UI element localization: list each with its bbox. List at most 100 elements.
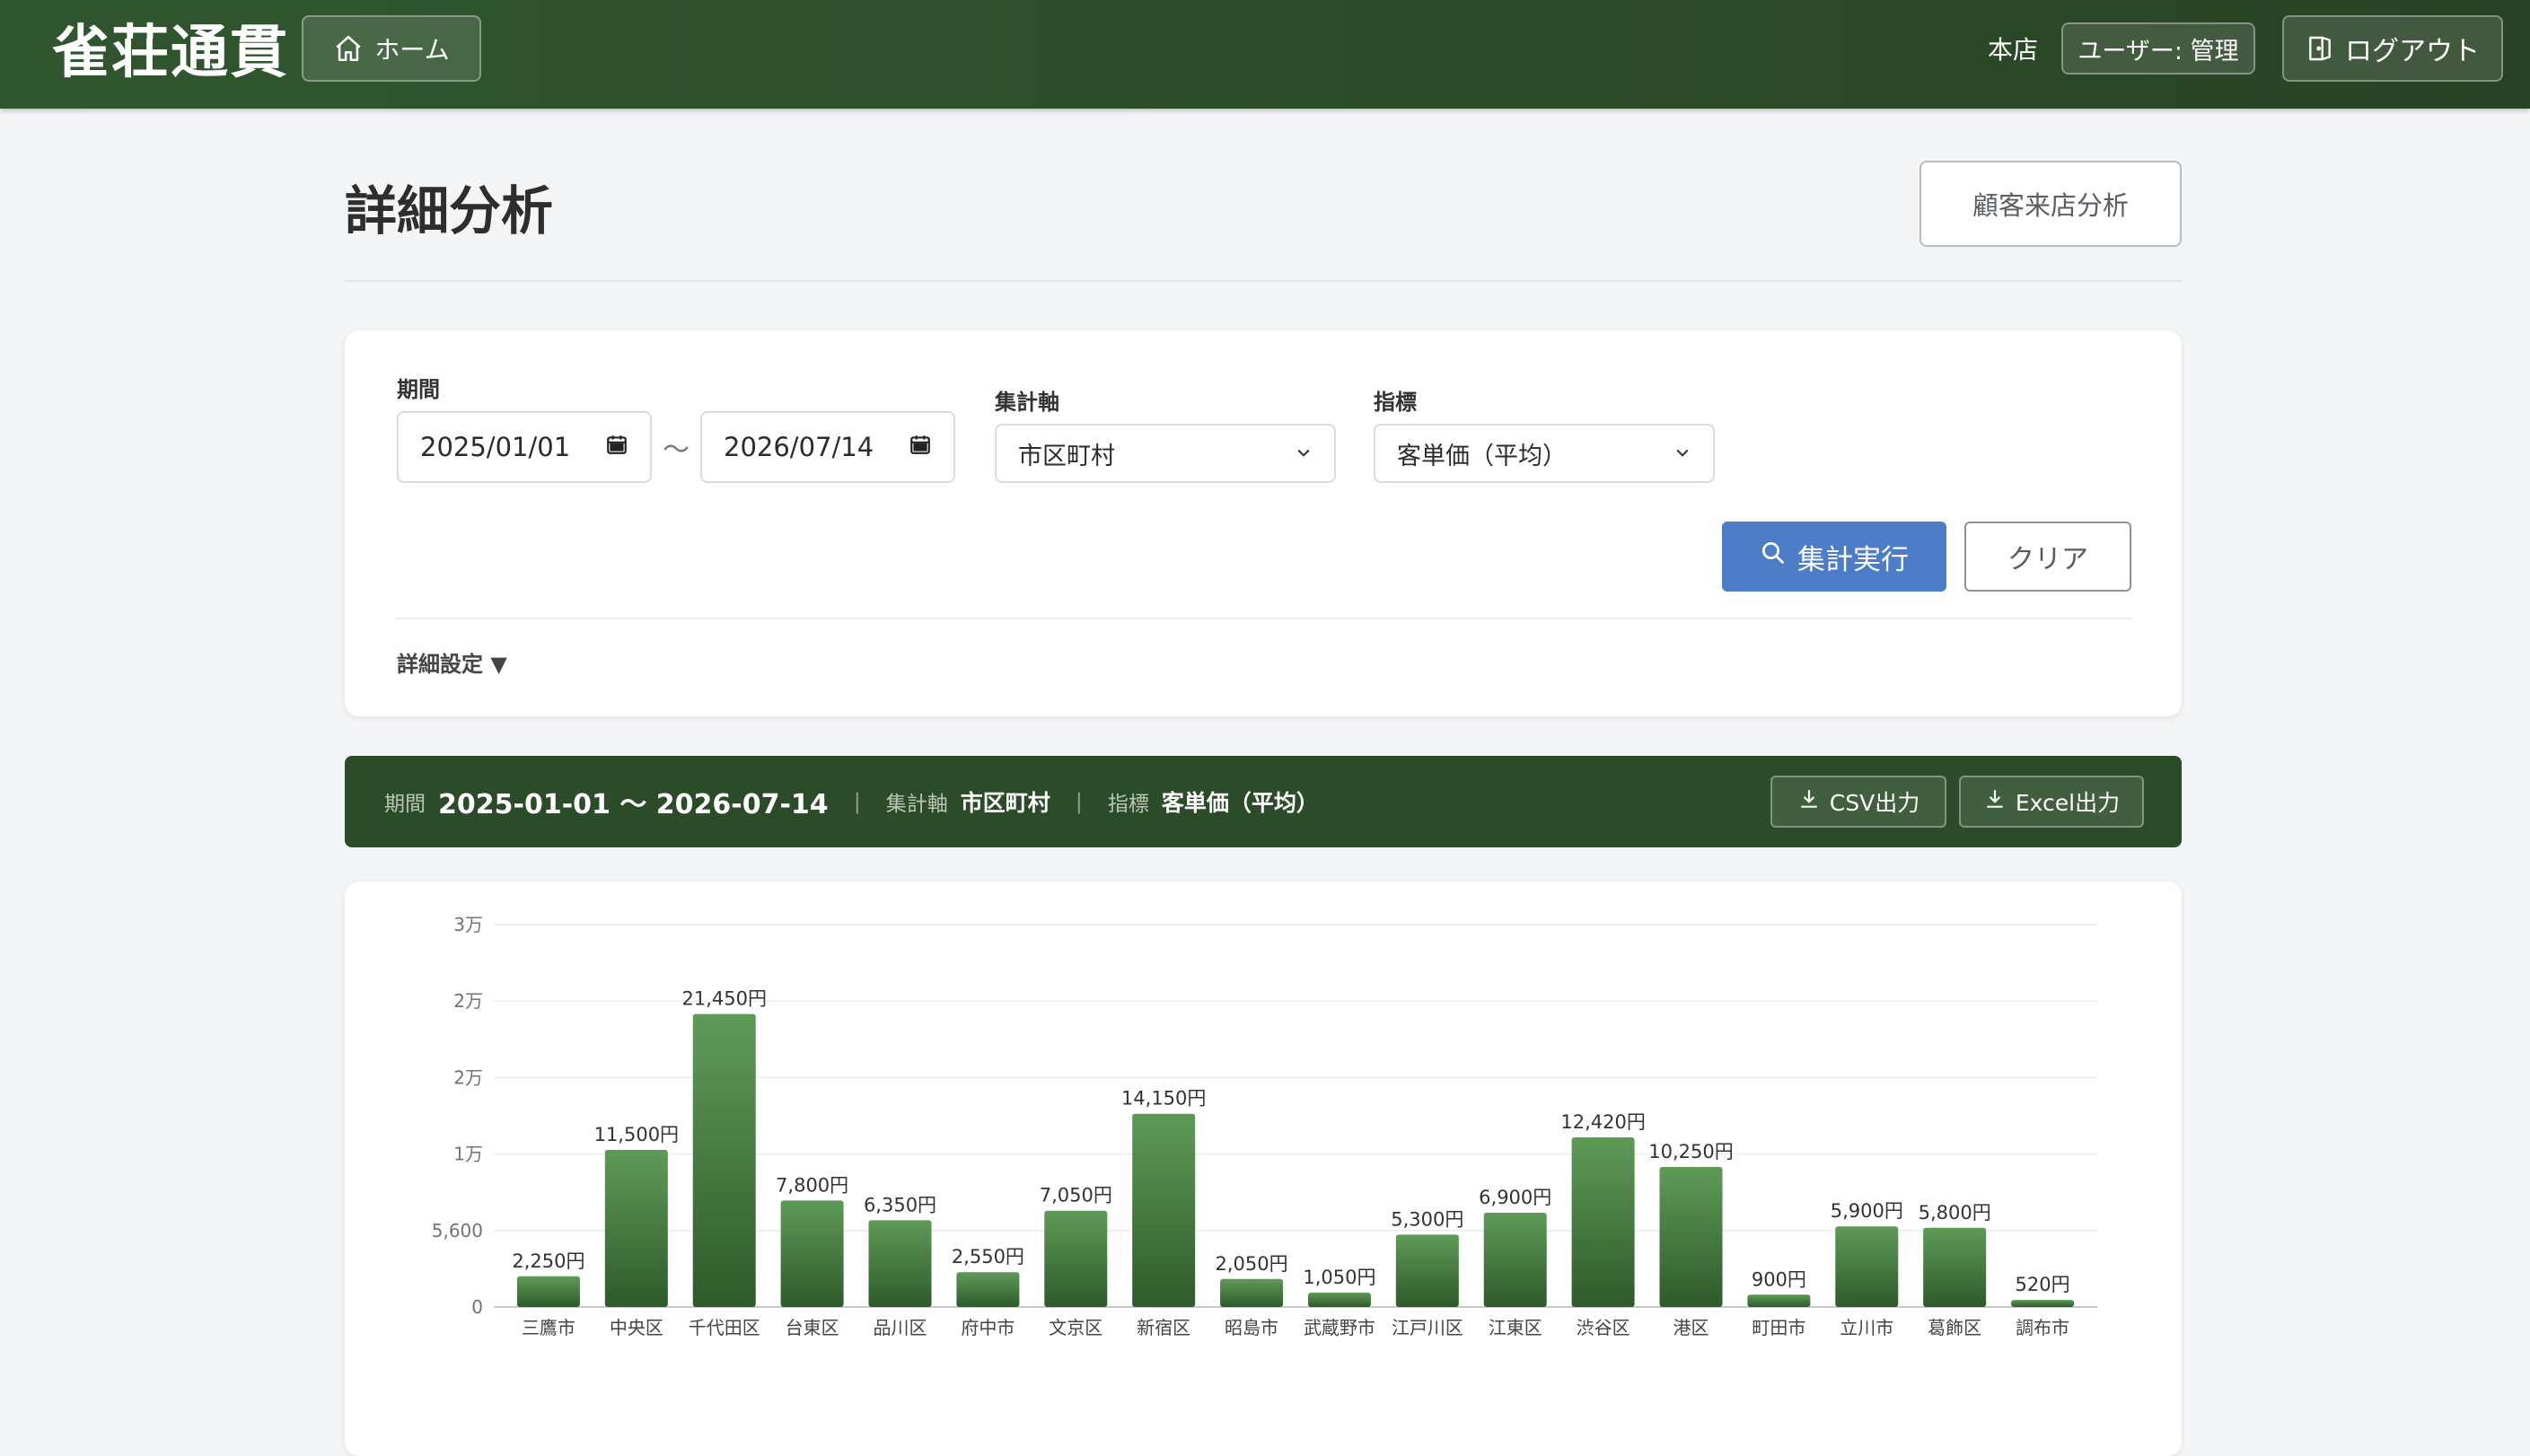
- axis-label: 集計軸: [995, 390, 1059, 415]
- bar-文京区[interactable]: [1044, 1210, 1108, 1307]
- bar-value-label: 5,900円: [1831, 1200, 1903, 1222]
- bar-葛飾区[interactable]: [1923, 1227, 1987, 1307]
- x-tick-label: 三鷹市: [522, 1317, 575, 1338]
- home-icon: [333, 33, 364, 64]
- advanced-settings-toggle[interactable]: 詳細設定 ▼: [397, 646, 507, 678]
- logout-icon: [2306, 34, 2334, 63]
- x-tick-label: 府中市: [961, 1317, 1015, 1338]
- bar-value-label: 11,500円: [594, 1124, 679, 1145]
- bar-中央区[interactable]: [604, 1150, 668, 1307]
- filter-panel: 期間 2025/01/01 〜 2026/07/14 集計軸 市区町村 指標 客…: [345, 330, 2182, 716]
- summary-metric-key: 指標: [1107, 793, 1149, 816]
- home-button[interactable]: ホーム: [302, 15, 481, 82]
- bar-value-label: 6,900円: [1479, 1187, 1551, 1208]
- summary-period-value: 2025-01-01 〜 2026-07-14: [438, 789, 829, 820]
- bar-台東区[interactable]: [780, 1200, 844, 1307]
- summary-conditions: 期間 2025-01-01 〜 2026-07-14 | 集計軸 市区町村 | …: [384, 756, 1319, 847]
- user-badge: ユーザー: 管理: [2061, 22, 2255, 75]
- app-logo[interactable]: 雀荘通貫: [52, 13, 289, 93]
- bar-value-label: 5,300円: [1391, 1208, 1463, 1230]
- logout-button[interactable]: ログアウト: [2282, 15, 2503, 82]
- chart-panel: 0 5,600 1万 2万 2万 3万 2,250円 三鷹市 11,500円 中央区 21,450…: [345, 881, 2182, 1456]
- x-tick-label: 町田市: [1752, 1317, 1805, 1338]
- bar-value-label: 12,420円: [1560, 1111, 1645, 1133]
- bar-港区[interactable]: [1659, 1167, 1723, 1307]
- csv-label: CSV出力: [1829, 790, 1920, 816]
- summary-separator: |: [853, 789, 861, 814]
- summary-period-key: 期間: [384, 793, 426, 816]
- axis-select[interactable]: 市区町村: [995, 424, 1336, 483]
- bar-渋谷区[interactable]: [1571, 1137, 1635, 1307]
- x-tick-label: 台東区: [786, 1317, 839, 1338]
- bar-value-label: 2,050円: [1215, 1253, 1287, 1275]
- bar-三鷹市[interactable]: [516, 1276, 580, 1307]
- summary-metric-value: 客単価（平均）: [1161, 790, 1319, 816]
- bar-value-label: 1,050円: [1303, 1267, 1375, 1288]
- summary-axis-key: 集計軸: [885, 793, 948, 816]
- store-name: 本店: [1988, 35, 2039, 65]
- bar-立川市[interactable]: [1835, 1226, 1899, 1307]
- bar-chart: 0 5,600 1万 2万 2万 3万 2,250円三鷹市 11,500円中央区 21,450…: [432, 914, 2097, 1338]
- x-tick-label: 立川市: [1840, 1317, 1893, 1338]
- axis-select-value: 市区町村: [1018, 442, 1115, 470]
- range-tilde: 〜: [663, 434, 690, 466]
- x-tick-label: 昭島市: [1225, 1317, 1278, 1338]
- bar-調布市[interactable]: [2011, 1300, 2075, 1307]
- summary-bar: 期間 2025-01-01 〜 2026-07-14 | 集計軸 市区町村 | …: [345, 756, 2182, 847]
- calendar-icon[interactable]: [909, 432, 932, 462]
- x-tick-label: 武蔵野市: [1304, 1317, 1375, 1338]
- excel-export-button[interactable]: Excel出力: [1959, 776, 2144, 828]
- x-tick-label: 新宿区: [1137, 1317, 1190, 1338]
- bar-value-label: 10,250円: [1648, 1141, 1733, 1162]
- bar-武蔵野市[interactable]: [1307, 1293, 1371, 1307]
- bar-value-label: 520円: [2016, 1274, 2070, 1295]
- y-tick-label: 0: [471, 1296, 483, 1318]
- x-tick-label: 文京区: [1049, 1317, 1102, 1338]
- logout-label: ログアウト: [2345, 36, 2480, 67]
- clear-button[interactable]: クリア: [1964, 522, 2131, 592]
- calendar-icon[interactable]: [605, 432, 628, 462]
- bar-府中市[interactable]: [956, 1272, 1020, 1307]
- x-tick-label: 葛飾区: [1928, 1317, 1981, 1338]
- x-tick-label: 江東区: [1489, 1317, 1542, 1338]
- y-tick-label: 5,600: [432, 1220, 483, 1241]
- bar-江戸川区[interactable]: [1395, 1234, 1459, 1307]
- bar-江東区[interactable]: [1483, 1213, 1547, 1307]
- x-tick-label: 調布市: [2016, 1317, 2069, 1338]
- home-label: ホーム: [374, 35, 450, 65]
- bar-品川区[interactable]: [868, 1220, 932, 1307]
- download-icon: [1797, 787, 1821, 816]
- bar-value-label: 7,050円: [1040, 1185, 1112, 1206]
- divider: [345, 280, 2182, 282]
- period-label: 期間: [397, 377, 440, 402]
- divider: [395, 618, 2131, 619]
- bar-value-label: 14,150円: [1121, 1088, 1206, 1110]
- date-from-input[interactable]: 2025/01/01: [397, 411, 652, 483]
- bar-value-label: 2,550円: [952, 1246, 1024, 1267]
- csv-export-button[interactable]: CSV出力: [1770, 776, 1946, 828]
- x-tick-label: 港区: [1673, 1317, 1709, 1338]
- bar-value-label: 5,800円: [1919, 1202, 1991, 1224]
- bar-value-label: 900円: [1752, 1268, 1806, 1290]
- top-navbar: 雀荘通貫 ホーム 本店 ユーザー: 管理 ログアウト: [0, 0, 2530, 109]
- x-tick-label: 渋谷区: [1577, 1317, 1630, 1338]
- bar-千代田区[interactable]: [692, 1013, 756, 1307]
- summary-separator: |: [1075, 789, 1083, 814]
- y-tick-label: 2万: [453, 990, 483, 1012]
- bar-新宿区[interactable]: [1132, 1113, 1196, 1307]
- metric-select[interactable]: 客単価（平均）: [1374, 424, 1715, 483]
- date-to-value: 2026/07/14: [724, 432, 874, 462]
- date-to-input[interactable]: 2026/07/14: [700, 411, 955, 483]
- run-aggregation-button[interactable]: 集計実行: [1722, 522, 1946, 592]
- chevron-down-icon: [1673, 440, 1691, 468]
- x-tick-label: 江戸川区: [1392, 1317, 1463, 1338]
- excel-label: Excel出力: [2015, 790, 2121, 816]
- bar-町田市[interactable]: [1747, 1294, 1811, 1307]
- y-tick-label: 1万: [453, 1144, 483, 1165]
- bar-value-label: 21,450円: [681, 988, 766, 1010]
- download-icon: [1983, 787, 2007, 816]
- date-from-value: 2025/01/01: [420, 432, 571, 462]
- bar-value-label: 7,800円: [776, 1174, 848, 1196]
- visit-analysis-button[interactable]: 顧客来店分析: [1919, 161, 2182, 247]
- bar-昭島市[interactable]: [1220, 1278, 1284, 1307]
